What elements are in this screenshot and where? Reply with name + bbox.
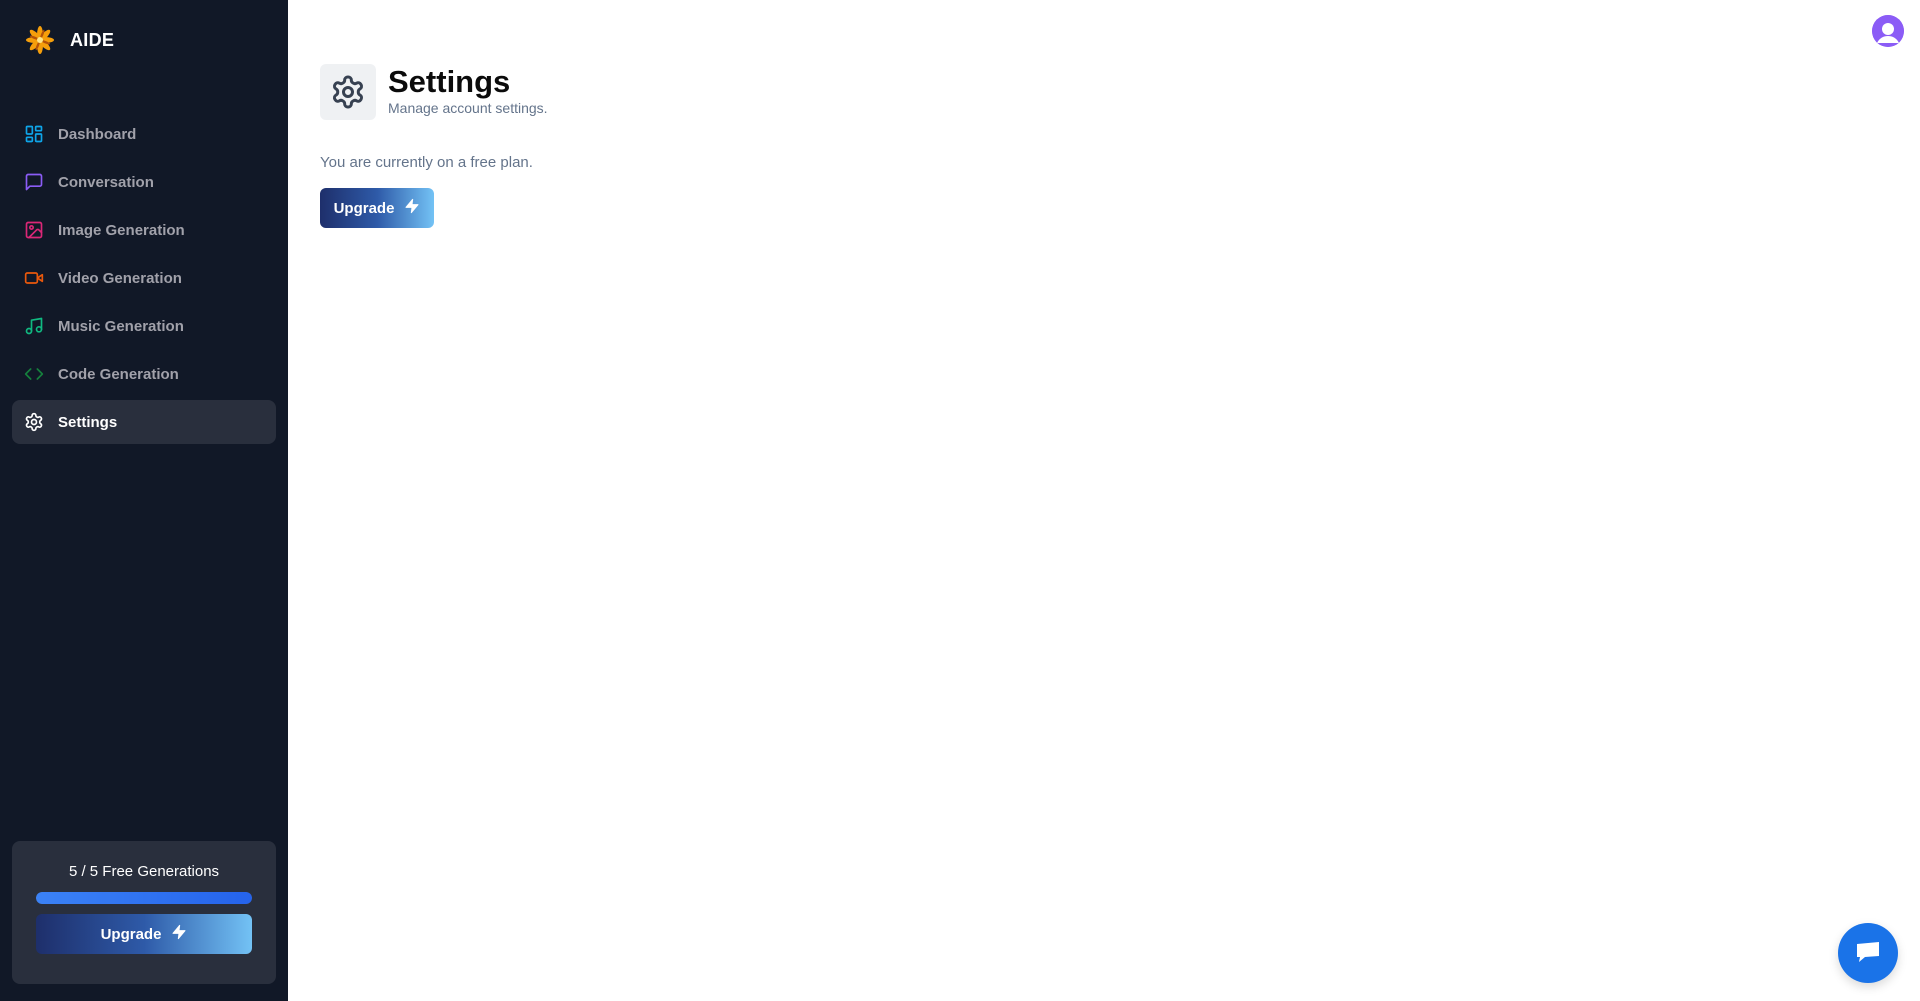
- user-avatar[interactable]: [1872, 15, 1904, 47]
- sidebar-item-label: Settings: [58, 413, 118, 431]
- upgrade-label: Upgrade: [100, 925, 162, 943]
- free-generations-progress: [36, 892, 252, 904]
- settings-icon: [320, 64, 376, 120]
- free-generations-progress-fill: [36, 892, 252, 904]
- sidebar-item-label: Video Generation: [58, 269, 182, 287]
- page-title: Settings: [388, 64, 511, 99]
- video-icon: [24, 268, 44, 288]
- sidebar-item-settings[interactable]: Settings: [12, 400, 276, 444]
- page-subtitle: Manage account settings.: [388, 100, 548, 116]
- brand[interactable]: AIDE: [24, 24, 114, 56]
- image-icon: [24, 220, 44, 240]
- settings-icon: [24, 412, 44, 432]
- free-generations-card: 5 / 5 Free Generations Upgrade: [12, 841, 276, 984]
- message-square-icon: [24, 172, 44, 192]
- zap-icon: [404, 198, 420, 218]
- brand-name: AIDE: [70, 29, 115, 50]
- sidebar-upgrade-button[interactable]: Upgrade: [36, 914, 252, 954]
- sidebar-item-music-generation[interactable]: Music Generation: [12, 304, 276, 348]
- sidebar-item-image-generation[interactable]: Image Generation: [12, 208, 276, 252]
- sidebar-item-video-generation[interactable]: Video Generation: [12, 256, 276, 300]
- plan-status-text: You are currently on a free plan.: [320, 154, 533, 171]
- sidebar: AIDE Dashboard Conversation Image Genera…: [0, 0, 288, 1001]
- chat-icon: [1853, 936, 1883, 971]
- layout-dashboard-icon: [24, 124, 44, 144]
- code-icon: [24, 364, 44, 384]
- main-content: Settings Manage account settings. You ar…: [288, 0, 1920, 1001]
- user-icon: [1872, 15, 1904, 47]
- upgrade-label: Upgrade: [333, 199, 395, 217]
- sidebar-item-code-generation[interactable]: Code Generation: [12, 352, 276, 396]
- sidebar-item-label: Image Generation: [58, 221, 185, 239]
- sidebar-item-label: Music Generation: [58, 317, 184, 335]
- zap-icon: [171, 924, 187, 944]
- music-icon: [24, 316, 44, 336]
- page-header: Settings Manage account settings.: [320, 64, 548, 120]
- sidebar-item-label: Code Generation: [58, 365, 179, 383]
- sidebar-item-label: Dashboard: [58, 125, 137, 143]
- chat-support-button[interactable]: [1838, 923, 1898, 983]
- sidebar-item-conversation[interactable]: Conversation: [12, 160, 276, 204]
- page-heading-text: Settings Manage account settings.: [388, 64, 548, 116]
- upgrade-button[interactable]: Upgrade: [320, 188, 434, 228]
- sidebar-item-label: Conversation: [58, 173, 154, 191]
- free-generations-counter: 5 / 5 Free Generations: [68, 863, 220, 880]
- aide-logo-icon: [24, 24, 56, 56]
- sidebar-nav: Dashboard Conversation Image Generation: [12, 112, 276, 448]
- sidebar-item-dashboard[interactable]: Dashboard: [12, 112, 276, 156]
